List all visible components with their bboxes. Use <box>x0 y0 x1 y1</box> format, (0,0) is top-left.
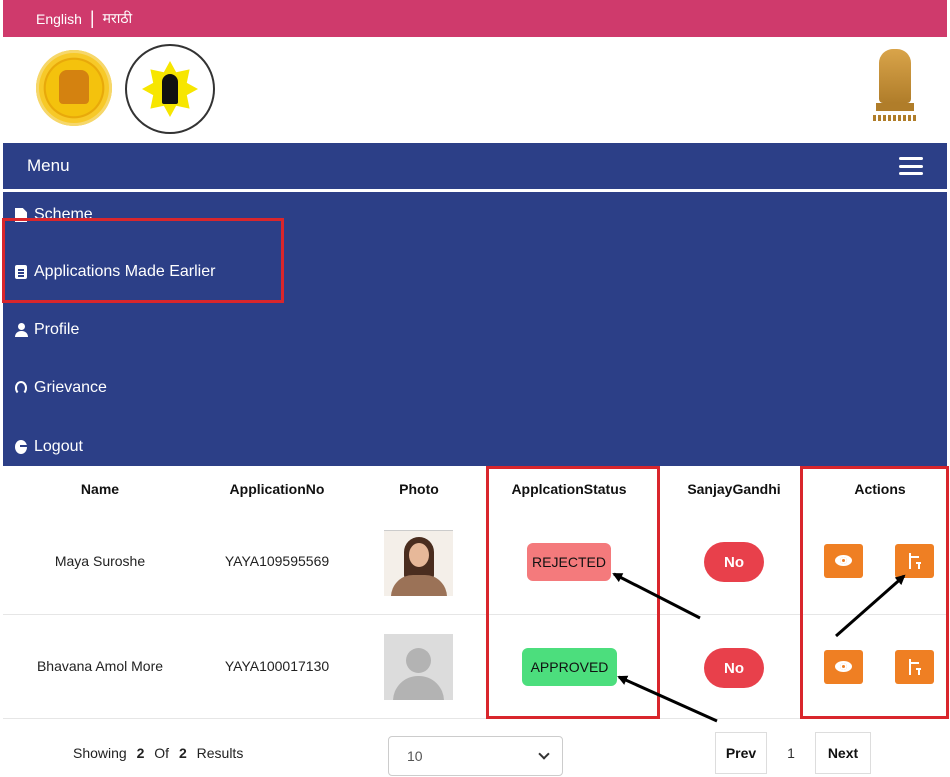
sanjay-gandhi-badge: No <box>704 542 764 582</box>
applicant-photo <box>384 530 453 596</box>
language-separator: | <box>89 8 95 28</box>
results-label: Results <box>196 745 244 761</box>
showing-label: Showing <box>73 745 127 761</box>
page-size-value: 10 <box>407 748 423 764</box>
column-header-photo: Photo <box>399 481 439 497</box>
sanjay-gandhi-badge: No <box>704 648 764 688</box>
menu-label: Menu <box>27 156 70 175</box>
highlight-box-nav <box>2 218 284 303</box>
result-total: 2 <box>178 745 187 761</box>
column-header-name: Name <box>80 481 120 497</box>
page-size-select[interactable]: 10 <box>388 736 563 776</box>
nav-item-label: Logout <box>34 438 83 455</box>
headset-icon <box>15 381 27 395</box>
site-header <box>3 37 947 143</box>
logout-icon <box>15 440 27 454</box>
highlight-box-actions <box>800 466 949 719</box>
menu-bar: Menu <box>3 143 947 189</box>
cell-name: Bhavana Amol More <box>36 658 164 674</box>
nav-item-logout[interactable]: Logout <box>15 438 83 456</box>
cell-application-no: YAYA100017130 <box>224 658 330 674</box>
result-count: 2 <box>136 745 145 761</box>
women-child-development-logo <box>125 44 215 134</box>
chevron-down-icon <box>538 748 550 760</box>
highlight-box-status <box>486 466 660 719</box>
nav-item-label: Grievance <box>34 379 107 396</box>
of-label: Of <box>154 745 170 761</box>
cell-name: Maya Suroshe <box>54 553 146 569</box>
next-button[interactable]: Next <box>815 732 871 774</box>
placeholder-avatar-photo <box>384 634 453 700</box>
cell-application-no: YAYA109595569 <box>224 553 330 569</box>
nav-item-grievance[interactable]: Grievance <box>15 379 107 397</box>
maharashtra-seal-logo <box>36 50 112 126</box>
language-marathi-link[interactable]: मराठी <box>103 9 132 28</box>
column-header-sanjay-gandhi: SanjayGandhi <box>687 481 781 497</box>
nav-item-profile[interactable]: Profile <box>15 321 79 339</box>
prev-button[interactable]: Prev <box>715 732 767 774</box>
column-header-application-no: ApplicationNo <box>229 481 325 497</box>
user-icon <box>15 323 28 337</box>
language-english-link[interactable]: English <box>36 11 82 27</box>
results-summary: Showing 2 Of 2 Results <box>73 745 243 761</box>
nav-item-label: Profile <box>34 321 80 338</box>
language-bar: English | मराठी <box>3 0 947 37</box>
hamburger-menu-icon[interactable] <box>899 157 923 175</box>
national-emblem-logo <box>873 49 917 127</box>
current-page-number[interactable]: 1 <box>767 732 815 774</box>
